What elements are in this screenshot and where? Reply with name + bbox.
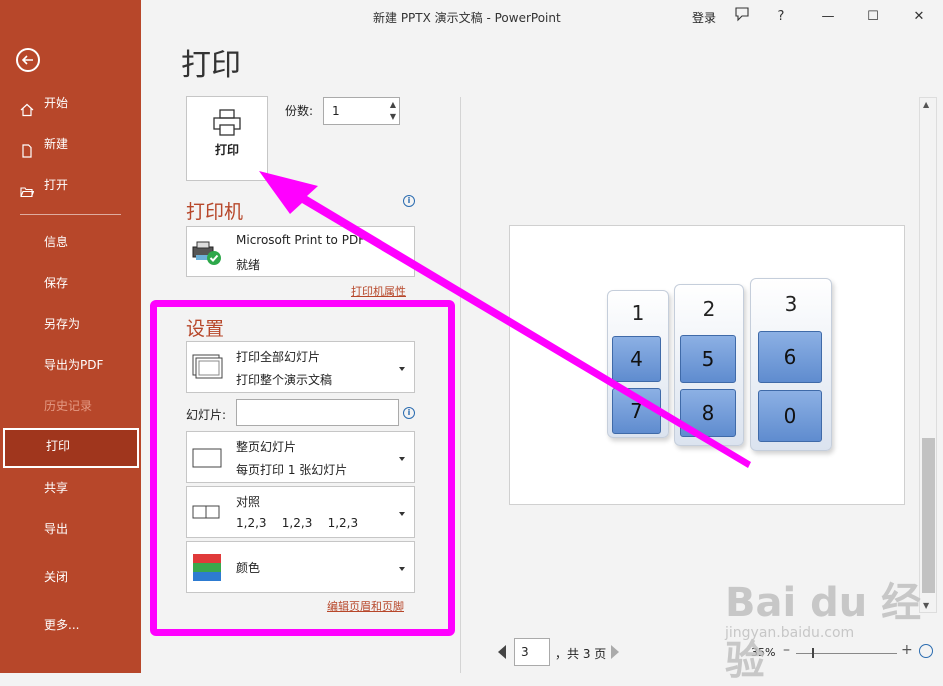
nav-item-save-as[interactable]: 另存为	[0, 306, 141, 342]
slide-preview: 1 4 7 2 5 8 3 6 0	[509, 225, 905, 505]
page-total: ，共 3 页	[555, 647, 607, 661]
nav-item-label: 新建	[44, 137, 69, 151]
nav-item-label: 打开	[44, 178, 69, 192]
copies-stepper[interactable]: 1 ▲ ▼	[323, 97, 400, 125]
new-file-icon	[20, 136, 36, 158]
nav-item-print[interactable]: 打印	[3, 428, 139, 468]
page-title: 打印	[181, 48, 241, 83]
folder-open-icon	[20, 177, 36, 198]
back-arrow-icon[interactable]	[16, 48, 40, 72]
print-button-label: 打印	[214, 143, 239, 157]
number-card: 3 6 0	[750, 278, 832, 451]
nav-item-new[interactable]: 新建	[0, 126, 141, 162]
printer-ready-icon	[192, 241, 222, 270]
copies-value: 1	[332, 104, 340, 118]
preview-scrollbar[interactable]: ▲ ▼	[919, 97, 937, 613]
help-button[interactable]: ?	[770, 6, 792, 28]
nav-item-label: 导出为PDF	[44, 358, 104, 372]
nav-item-label: 打印	[46, 439, 71, 453]
nav-item-export[interactable]: 导出	[0, 511, 141, 547]
next-page-icon[interactable]	[611, 645, 619, 659]
nav-item-open[interactable]: 打开	[0, 167, 141, 203]
card-number: 2	[702, 297, 716, 321]
maximize-button[interactable]: ☐	[862, 6, 884, 28]
printer-status: 就绪	[236, 258, 261, 272]
number-key: 6	[758, 331, 822, 383]
number-key: 8	[680, 389, 736, 437]
nav-item-label: 保存	[44, 276, 69, 290]
nav-item-share[interactable]: 共享	[0, 470, 141, 506]
nav-item-label: 关闭	[44, 570, 69, 584]
nav-item-save[interactable]: 保存	[0, 265, 141, 301]
number-key: 4	[612, 336, 661, 382]
window-title: 新建 PPTX 演示文稿 - PowerPoint	[373, 11, 561, 25]
backstage-nav: 开始 新建 打开 信息 保存 另存为 导出为PDF 历史记录 打印 共享 导出 …	[0, 0, 141, 673]
card-number: 3	[784, 292, 798, 316]
card-number: 1	[631, 301, 645, 325]
close-button[interactable]: ✕	[908, 6, 930, 28]
number-card: 2 5 8	[674, 284, 744, 446]
watermark: Bai du 经验 jingyan.baidu.com	[725, 570, 943, 686]
nav-item-label: 更多...	[44, 618, 80, 632]
printer-properties-link[interactable]: 打印机属性	[351, 283, 406, 299]
feedback-icon[interactable]	[731, 6, 753, 28]
nav-item-history: 历史记录	[0, 388, 141, 424]
nav-item-label: 开始	[44, 96, 69, 110]
nav-item-label: 历史记录	[44, 399, 93, 413]
annotation-highlight-box	[150, 300, 455, 636]
printer-name: Microsoft Print to PDF	[236, 233, 366, 247]
title-bar: 新建 PPTX 演示文稿 - PowerPoint 登录 ? — ☐ ✕	[141, 0, 943, 34]
number-key: 7	[612, 388, 661, 434]
nav-divider	[20, 214, 121, 215]
nav-item-export-pdf[interactable]: 导出为PDF	[0, 347, 141, 383]
stepper-up-icon[interactable]: ▲	[390, 100, 396, 109]
previous-page-icon[interactable]	[498, 645, 506, 659]
page-number-input[interactable]: 3	[514, 638, 550, 666]
nav-item-info[interactable]: 信息	[0, 224, 141, 260]
printer-heading: 打印机	[186, 201, 244, 223]
number-key: 5	[680, 335, 736, 383]
nav-item-label: 另存为	[44, 317, 81, 331]
home-icon	[20, 95, 36, 117]
printer-dropdown[interactable]: Microsoft Print to PDF 就绪	[186, 226, 415, 277]
nav-item-home[interactable]: 开始	[0, 85, 141, 121]
nav-item-label: 信息	[44, 235, 69, 249]
stepper-down-icon[interactable]: ▼	[390, 112, 396, 121]
print-button[interactable]: 打印	[186, 96, 268, 181]
number-card: 1 4 7	[607, 290, 669, 438]
minimize-button[interactable]: —	[817, 6, 839, 28]
preview-divider	[460, 97, 461, 673]
nav-item-label: 导出	[44, 522, 69, 536]
login-link[interactable]: 登录	[692, 9, 716, 26]
printer-icon	[213, 109, 241, 136]
copies-label: 份数:	[285, 104, 314, 118]
nav-item-label: 共享	[44, 481, 69, 495]
number-key: 0	[758, 390, 822, 442]
nav-item-more[interactable]: 更多...	[0, 607, 141, 643]
scroll-up-icon[interactable]: ▲	[923, 100, 929, 109]
nav-item-close[interactable]: 关闭	[0, 559, 141, 595]
watermark-url: jingyan.baidu.com	[725, 625, 855, 641]
info-icon[interactable]: i	[403, 195, 415, 207]
